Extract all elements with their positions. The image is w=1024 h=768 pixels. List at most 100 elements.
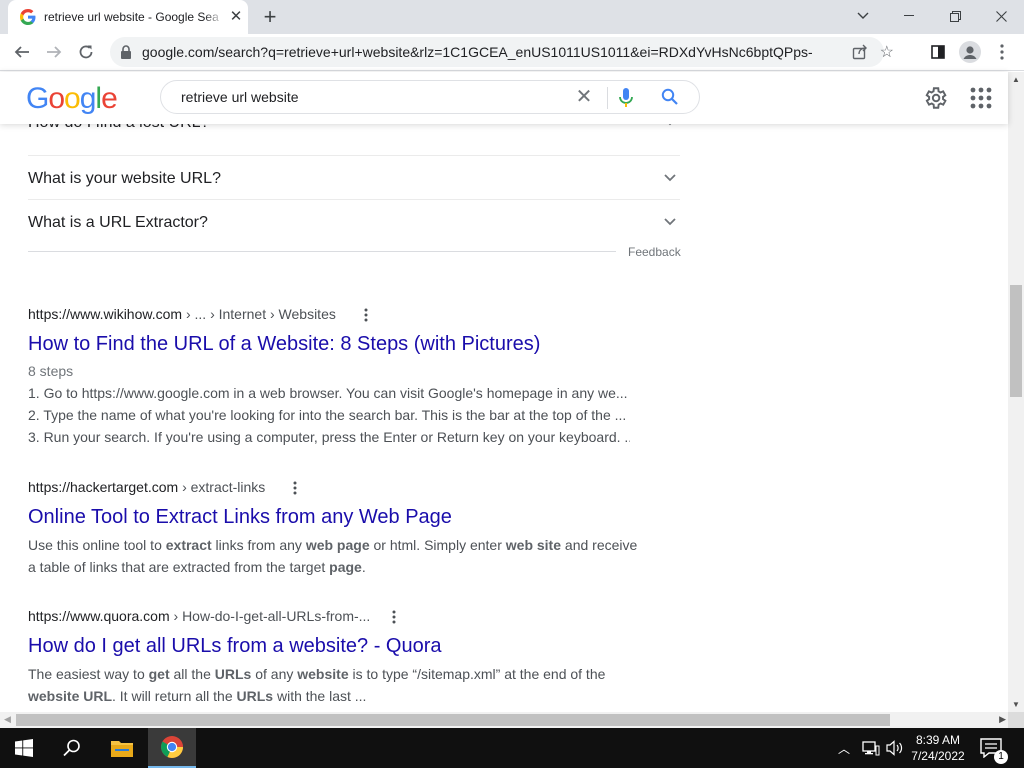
star-icon[interactable]: ☆ bbox=[880, 42, 894, 62]
result-title-link[interactable]: How to Find the URL of a Website: 8 Step… bbox=[28, 333, 648, 356]
chevron-up-icon[interactable]: ︿ bbox=[838, 740, 850, 757]
scrollbar-thumb[interactable] bbox=[16, 714, 890, 726]
paa-question-text: How do I find a lost URL? bbox=[28, 124, 209, 132]
paa-question[interactable]: What is a URL Extractor? bbox=[28, 200, 680, 244]
clock-date: 7/24/2022 bbox=[911, 749, 965, 763]
microphone-icon[interactable] bbox=[619, 88, 633, 108]
settings-gear-icon[interactable] bbox=[922, 85, 948, 111]
vertical-scrollbar[interactable]: ▲ ▼ bbox=[1008, 72, 1024, 712]
reload-icon[interactable] bbox=[72, 38, 100, 66]
windows-start-icon[interactable] bbox=[0, 728, 48, 768]
browser-toolbar: google.com/search?q=retrieve+url+website… bbox=[0, 34, 1024, 71]
windows-taskbar: ︿ 8:39 AM 7/24/2022 1 bbox=[0, 728, 1024, 768]
scroll-right-arrow-icon[interactable]: ▶ bbox=[999, 714, 1006, 725]
kebab-menu-icon[interactable] bbox=[988, 38, 1016, 66]
search-input[interactable] bbox=[181, 87, 561, 107]
result-title-link[interactable]: How do I get all URLs from a website? - … bbox=[28, 635, 648, 658]
feedback-link[interactable]: Feedback bbox=[628, 245, 681, 259]
result-snippet: The easiest way to get all the URLs of a… bbox=[28, 663, 638, 707]
result-url[interactable]: https://www.quora.com › How-do-I-get-all… bbox=[28, 608, 648, 624]
result-url[interactable]: https://hackertarget.com › extract-links bbox=[28, 479, 648, 495]
paa-question[interactable]: How do I find a lost URL? bbox=[28, 124, 680, 156]
snippet-text: The easiest way to bbox=[28, 666, 149, 682]
scroll-down-arrow-icon[interactable]: ▼ bbox=[1012, 700, 1020, 709]
notification-count-badge: 1 bbox=[994, 750, 1008, 764]
snippet-text: . bbox=[361, 559, 366, 575]
snippet-text: . It will return all the bbox=[112, 688, 237, 704]
list-item: 3. Run your search. If you're using a co… bbox=[28, 429, 630, 445]
paa-question[interactable]: What is your website URL? bbox=[28, 156, 680, 200]
logo-letter: e bbox=[101, 82, 118, 115]
search-result: https://hackertarget.com › extract-links… bbox=[28, 479, 648, 578]
chevron-down-icon[interactable] bbox=[664, 174, 676, 182]
search-icon[interactable] bbox=[48, 728, 96, 768]
browser-tab[interactable]: retrieve url website - Google Sea ✕ bbox=[8, 0, 248, 34]
snippet-keyword: website bbox=[297, 666, 349, 682]
more-options-icon[interactable] bbox=[289, 479, 301, 497]
snippet-keyword: URLs bbox=[236, 688, 274, 704]
side-panel-icon[interactable] bbox=[924, 38, 952, 66]
paa-question-text: What is your website URL? bbox=[28, 170, 221, 187]
browser-tab-strip: retrieve url website - Google Sea ✕ + bbox=[0, 0, 1024, 34]
result-title-link[interactable]: Online Tool to Extract Links from any We… bbox=[28, 506, 648, 529]
forward-icon[interactable] bbox=[40, 38, 68, 66]
result-url[interactable]: https://www.wikihow.com › ... › Internet… bbox=[28, 306, 648, 322]
search-box: ✕ bbox=[160, 80, 700, 114]
google-favicon bbox=[20, 9, 36, 25]
back-icon[interactable] bbox=[8, 38, 36, 66]
logo-letter: G bbox=[26, 82, 49, 115]
network-icon[interactable] bbox=[862, 740, 880, 756]
logo-letter: o bbox=[64, 82, 81, 115]
chevron-down-icon[interactable] bbox=[664, 124, 676, 126]
google-logo[interactable]: Google bbox=[26, 82, 118, 116]
search-result: https://www.wikihow.com › ... › Internet… bbox=[28, 306, 648, 448]
result-meta: 8 steps bbox=[28, 363, 74, 379]
url-text[interactable]: google.com/search?q=retrieve+url+website… bbox=[142, 44, 812, 60]
logo-letter: o bbox=[48, 82, 65, 115]
horizontal-scrollbar[interactable]: ◀ ▶ bbox=[0, 712, 1008, 728]
clear-icon[interactable]: ✕ bbox=[573, 87, 595, 109]
scrollbar-thumb[interactable] bbox=[1010, 285, 1022, 397]
maximize-icon[interactable] bbox=[932, 0, 978, 32]
more-options-icon[interactable] bbox=[388, 608, 400, 626]
snippet-text: of any bbox=[251, 666, 298, 682]
snippet-text: is to type “/sitemap.xml” at the end of … bbox=[348, 666, 606, 682]
tab-title: retrieve url website - Google Sea bbox=[44, 10, 219, 24]
chevron-down-icon[interactable] bbox=[840, 0, 886, 32]
google-apps-icon[interactable] bbox=[970, 87, 992, 109]
taskbar-clock[interactable]: 8:39 AM 7/24/2022 bbox=[906, 732, 970, 764]
search-results-page: How do I find a lost URL? What is your w… bbox=[0, 124, 1008, 712]
snippet-keyword: website URL bbox=[28, 688, 113, 704]
snippet-text: with the last ... bbox=[273, 688, 367, 704]
scroll-up-arrow-icon[interactable]: ▲ bbox=[1012, 75, 1020, 84]
close-icon[interactable]: ✕ bbox=[228, 9, 244, 25]
volume-icon[interactable] bbox=[886, 740, 904, 756]
clock-time: 8:39 AM bbox=[915, 733, 961, 747]
profile-icon[interactable] bbox=[956, 38, 984, 66]
share-icon[interactable] bbox=[852, 44, 868, 60]
plus-icon[interactable]: + bbox=[258, 5, 282, 29]
lock-icon[interactable] bbox=[120, 45, 132, 59]
snippet-keyword: web site bbox=[505, 537, 562, 553]
address-bar[interactable]: google.com/search?q=retrieve+url+website… bbox=[110, 37, 894, 67]
divider bbox=[28, 251, 616, 252]
snippet-keyword: web page bbox=[305, 537, 370, 553]
minimize-icon[interactable] bbox=[886, 0, 932, 32]
scroll-left-arrow-icon[interactable]: ◀ bbox=[4, 714, 11, 725]
snippet-keyword: extract bbox=[165, 537, 212, 553]
chrome-icon[interactable] bbox=[148, 728, 196, 768]
list-item: 2. Type the name of what you're looking … bbox=[28, 407, 627, 423]
snippet-text: all the bbox=[169, 666, 215, 682]
google-header: Google ✕ bbox=[0, 72, 1008, 124]
chevron-down-icon[interactable] bbox=[664, 218, 676, 226]
search-icon[interactable] bbox=[661, 88, 679, 106]
result-steps: 1. Go to https://www.google.com in a web… bbox=[28, 382, 648, 448]
snippet-text: Use this online tool to bbox=[28, 537, 166, 553]
result-snippet: Use this online tool to extract links fr… bbox=[28, 534, 638, 578]
logo-letter: g bbox=[79, 82, 97, 115]
file-explorer-icon[interactable] bbox=[98, 728, 146, 768]
more-options-icon[interactable] bbox=[360, 306, 372, 324]
search-result: https://www.quora.com › How-do-I-get-all… bbox=[28, 608, 648, 707]
paa-question-text: What is a URL Extractor? bbox=[28, 214, 208, 231]
close-window-icon[interactable] bbox=[978, 0, 1024, 32]
